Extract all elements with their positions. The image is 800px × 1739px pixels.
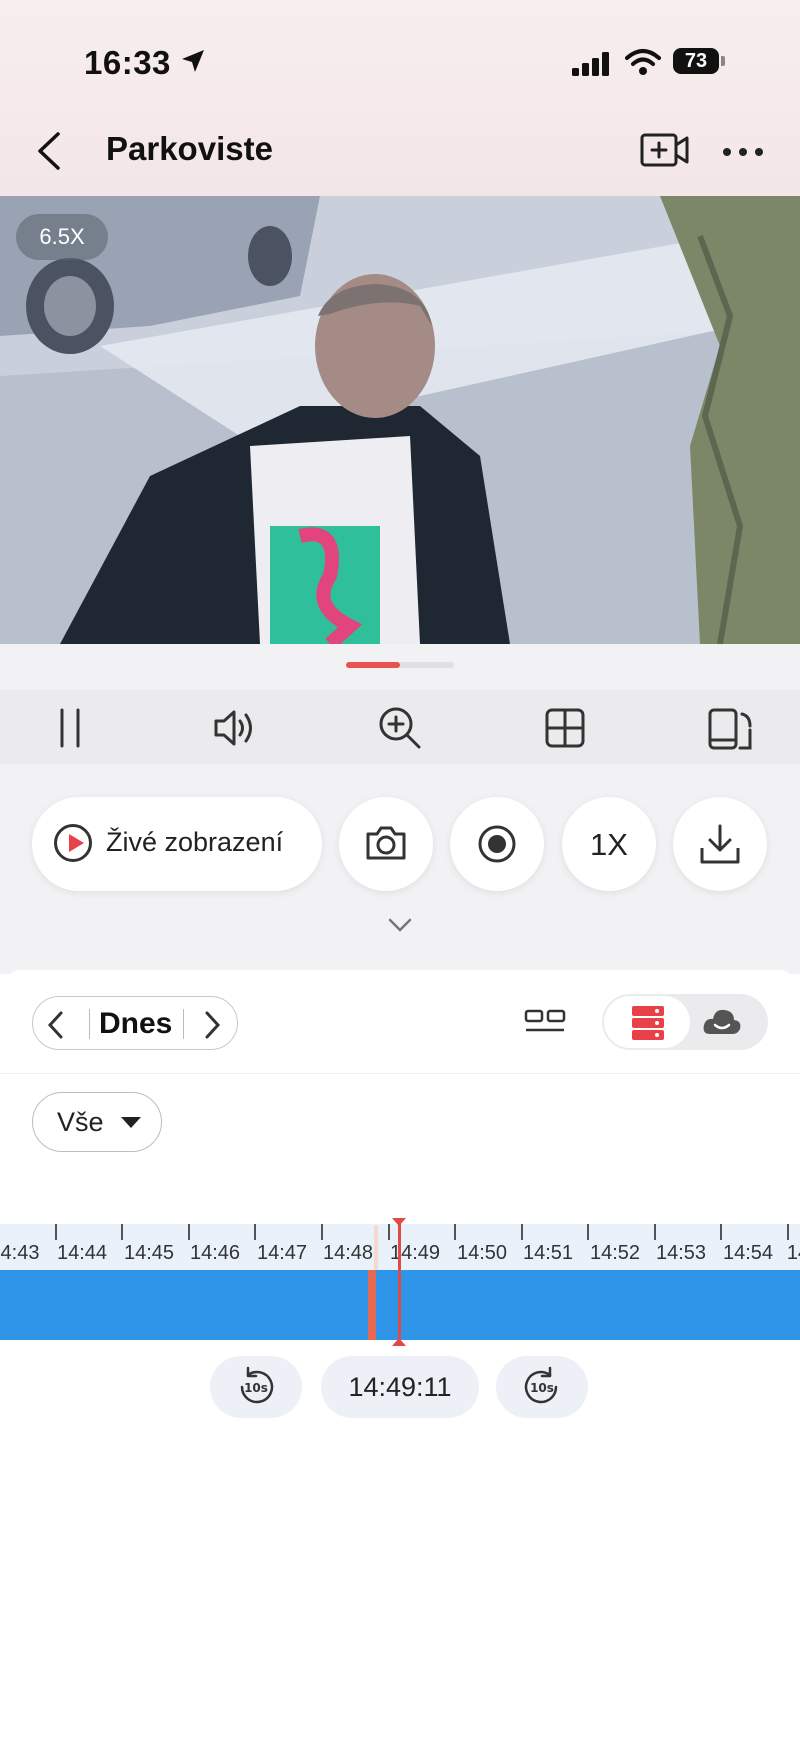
timeline-label: 14:51 [522,1242,574,1264]
forward-10s-button[interactable]: 10s [496,1356,588,1418]
snapshot-icon [364,824,408,867]
next-day-icon[interactable] [205,1011,221,1044]
timeline-label: 14:48 [322,1242,374,1264]
speed-label: 1X [590,827,628,862]
rewind-10s-icon: 10s [240,1366,274,1404]
timeline-label: 14:54 [722,1242,774,1264]
rotate-screen-icon[interactable] [706,704,754,752]
live-view-button[interactable]: Živé zobrazení [32,797,322,891]
video-toolbar [0,690,800,764]
camera-video-feed[interactable]: 6.5X [0,196,800,644]
rewind-10s-button[interactable]: 10s [210,1356,302,1418]
zoom-level-badge: 6.5X [16,214,108,260]
download-button[interactable] [673,797,767,891]
chevron-down-icon[interactable] [388,918,412,937]
top-bar: 16:33 73 Parkoviste [0,0,800,196]
timeline-label: 14 [786,1242,800,1264]
volume-icon[interactable] [210,704,258,752]
timeline-label: 14:44 [56,1242,108,1264]
status-bar: 16:33 73 [0,40,800,90]
timeline-label: 14:50 [456,1242,508,1264]
svg-text:10s: 10s [530,1381,554,1395]
date-label[interactable]: Dnes [99,1007,172,1041]
playhead-cursor[interactable] [392,1218,406,1346]
snapshot-button[interactable] [339,797,433,891]
page-title: Parkoviste [106,130,273,167]
page-indicator [346,662,454,668]
svg-text:10s: 10s [244,1381,268,1395]
live-view-label: Živé zobrazení [106,827,284,857]
location-arrow-icon [180,48,206,79]
dropdown-arrow-icon [121,1117,141,1128]
previous-day-icon[interactable] [47,1011,63,1044]
current-playback-time[interactable]: 14:49:11 [321,1356,479,1418]
timeline-label: 4:43 [0,1242,40,1264]
timeline-label: 14:47 [256,1242,308,1264]
battery-indicator: 73 [673,48,725,74]
timeline-label: 14:53 [655,1242,707,1264]
storage-toggle [602,994,768,1050]
camera-plus-icon[interactable] [640,132,690,173]
zoom-in-icon[interactable] [376,704,424,752]
timeline-label: 14:52 [589,1242,641,1264]
play-icon [54,824,92,862]
date-selector: Dnes [32,996,238,1050]
playback-timeline[interactable]: 4:43 14:44 14:45 14:46 14:47 14:48 14:49… [0,1218,800,1346]
download-icon [698,822,742,871]
cloud-icon[interactable] [702,1006,742,1043]
grid-icon[interactable] [541,704,589,752]
speed-button[interactable]: 1X [562,797,656,891]
timeline-label: 14:46 [189,1242,241,1264]
video-frame-image [0,196,800,644]
filter-label: Vše [57,1107,104,1137]
nav-bar: Parkoviste [0,120,800,180]
event-marker-highlight [374,1225,378,1270]
back-icon[interactable] [36,132,62,175]
timeline-label: 14:45 [123,1242,175,1264]
more-icon[interactable] [722,144,764,162]
pause-icon[interactable] [46,704,94,752]
playback-panel [0,970,800,1739]
record-icon [477,824,517,869]
layout-icon[interactable] [524,1008,566,1039]
status-time: 16:33 [84,44,171,81]
event-marker[interactable] [368,1270,376,1340]
event-filter-dropdown[interactable]: Vše [32,1092,162,1152]
wifi-icon [625,48,661,81]
record-button[interactable] [450,797,544,891]
cellular-signal-icon [572,52,612,81]
forward-10s-icon: 10s [524,1366,558,1404]
server-icon [632,1006,664,1045]
